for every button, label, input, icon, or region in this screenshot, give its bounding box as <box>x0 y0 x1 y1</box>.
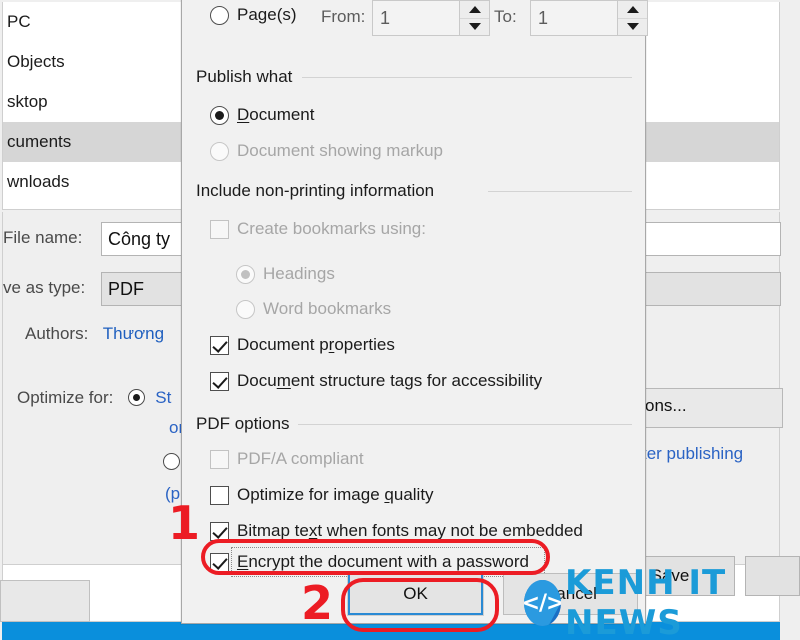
document-properties-row[interactable]: Document propertiesDocument properties <box>210 335 395 355</box>
publish-what-group-label: Publish what <box>196 67 301 87</box>
nav-item-label: cuments <box>7 132 72 151</box>
publish-markup-label: Document showing markup <box>237 141 443 160</box>
optimize-for-label: Optimize for: <box>17 388 114 407</box>
save-as-type-label: ve as type: <box>3 278 86 297</box>
from-spinner[interactable]: 1 <box>372 0 490 36</box>
from-label-row: From: <box>321 7 365 27</box>
options-button-label: ons... <box>645 396 687 415</box>
optimize-image-quality-row[interactable]: Optimize for image qualityOptimize for i… <box>210 485 434 505</box>
document-properties-label: Document propertiesDocument properties <box>237 335 395 354</box>
bookmark-headings-row: Headings <box>236 264 335 284</box>
annotation-step-2: 2 <box>301 576 334 630</box>
include-info-group-label: Include non-printing information <box>196 181 443 201</box>
bitmap-text-label: Bitmap text when fonts may not be embedd… <box>237 521 583 540</box>
open-after-publish-row[interactable]: ter publishing <box>642 444 743 464</box>
optimize-image-quality-checkbox[interactable] <box>210 485 229 505</box>
pdfa-compliant-row: PDF/A compliant <box>210 449 364 469</box>
nav-item-label: Objects <box>7 52 65 71</box>
nav-item-label: PC <box>7 12 31 31</box>
pdfa-compliant-label: PDF/A compliant <box>237 449 364 468</box>
optimize-standard-label: St <box>155 388 172 407</box>
to-spinner[interactable]: 1 <box>530 0 648 36</box>
document-properties-checkbox[interactable] <box>210 335 229 355</box>
from-spinner-up-icon[interactable] <box>460 1 489 18</box>
file-name-row: File name: <box>3 228 82 248</box>
file-name-value: Công ty <box>108 229 171 249</box>
options-button[interactable]: ons... <box>638 388 783 428</box>
nav-item-label: wnloads <box>7 172 70 191</box>
annotation-step-1: 1 <box>168 496 201 550</box>
watermark-code-glyph: </> <box>524 590 562 616</box>
optimize-minimum-radio[interactable] <box>163 453 180 470</box>
publish-document-radio[interactable] <box>210 105 229 125</box>
to-spinner-down-icon[interactable] <box>618 17 647 35</box>
document-structure-tags-checkbox[interactable] <box>210 371 229 391</box>
authors-row: Authors: Thương <box>25 324 164 344</box>
publish-markup-radio <box>210 141 229 161</box>
pages-radio[interactable] <box>210 5 229 25</box>
optimize-for-row: Optimize for: St <box>17 388 171 408</box>
pages-radio-row[interactable]: Page(s) <box>210 5 297 25</box>
pdf-options-separator <box>292 424 632 425</box>
from-spinner-buttons[interactable] <box>459 1 489 35</box>
bookmark-word-radio <box>236 299 255 319</box>
pages-radio-label: Page(s) <box>237 5 297 24</box>
annotation-highlight-encrypt <box>201 539 550 575</box>
file-name-label: File name: <box>3 228 83 247</box>
from-value[interactable]: 1 <box>373 1 459 35</box>
bitmap-text-row[interactable]: Bitmap text when fonts may not be embedd… <box>210 521 583 541</box>
watermark: </> KENH IT NEWS <box>524 563 800 640</box>
document-structure-tags-label: Document structure tags for accessibilit… <box>237 371 543 390</box>
bookmark-word-label: Word bookmarks <box>263 299 392 318</box>
pdfa-compliant-checkbox <box>210 449 229 469</box>
create-bookmarks-checkbox <box>210 219 229 239</box>
bookmark-word-row: Word bookmarks <box>236 299 391 319</box>
annotation-highlight-ok <box>341 578 499 632</box>
pdf-options-group-label: PDF options <box>196 414 298 434</box>
bitmap-text-checkbox[interactable] <box>210 521 229 541</box>
publish-document-label: DDocumentocument <box>237 105 315 124</box>
to-spinner-up-icon[interactable] <box>618 1 647 18</box>
watermark-logo-icon: </> <box>524 580 562 626</box>
publish-what-separator <box>302 77 632 78</box>
nav-item-label: sktop <box>7 92 48 111</box>
authors-label: Authors: <box>25 324 89 343</box>
create-bookmarks-label: Create bookmarks using: <box>237 219 426 238</box>
to-value[interactable]: 1 <box>531 1 617 35</box>
to-label: To: <box>494 7 517 26</box>
publish-markup-row: Document showing markup <box>210 141 443 161</box>
from-spinner-down-icon[interactable] <box>460 17 489 35</box>
save-as-type-value: PDF <box>108 279 144 299</box>
include-info-separator <box>488 191 632 192</box>
create-bookmarks-row: Create bookmarks using: <box>210 219 426 239</box>
document-structure-tags-row[interactable]: Document structure tags for accessibilit… <box>210 371 542 391</box>
optimize-standard-radio[interactable] <box>127 389 145 406</box>
authors-value[interactable]: Thương <box>103 324 164 343</box>
bookmark-headings-radio <box>236 264 255 284</box>
watermark-text: KENH IT NEWS <box>565 563 727 640</box>
bookmark-headings-label: Headings <box>263 264 335 283</box>
optimize-image-quality-label: Optimize for image qualityOptimize for i… <box>237 485 434 504</box>
screenshot-root: PC Objects sktop cuments wnloads File na… <box>0 0 800 640</box>
to-label-row: To: <box>494 7 517 27</box>
publish-document-row[interactable]: DDocumentocument <box>210 105 314 125</box>
from-label: From: <box>321 7 366 26</box>
save-as-type-row: ve as type: <box>3 278 85 298</box>
background-cancel-button[interactable] <box>0 580 90 622</box>
open-after-publish-label: ter publishing <box>642 444 744 463</box>
to-spinner-buttons[interactable] <box>617 1 647 35</box>
pdf-options-dialog: Page(s) From: 1 To: 1 Publish what Docum… <box>181 0 648 624</box>
